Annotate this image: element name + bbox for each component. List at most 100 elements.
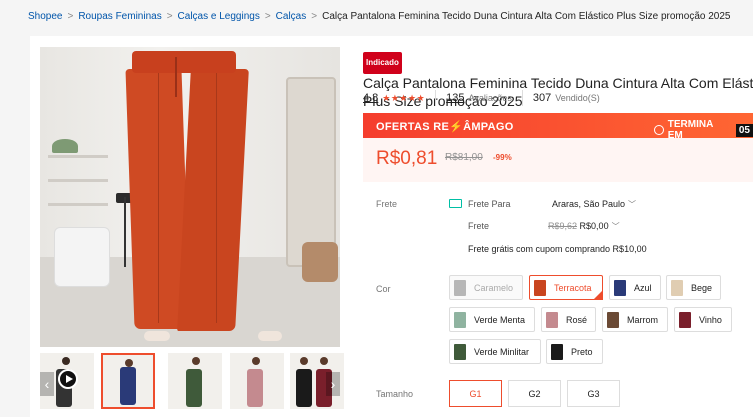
lamp-decoration — [124, 197, 126, 267]
free-shipping-note: Frete grátis com cupom comprando R$10,00 — [468, 244, 647, 254]
color-option-label: Caramelo — [474, 282, 514, 293]
size-option-g2[interactable]: G2 — [508, 380, 561, 407]
color-swatch — [551, 343, 563, 360]
truck-icon — [449, 199, 462, 208]
thumb-figure-head — [192, 357, 200, 365]
color-swatch — [454, 311, 466, 328]
chevron-right-icon: > — [166, 11, 173, 22]
shipping-destination-text: Araras, São Paulo — [552, 199, 626, 209]
divider — [521, 90, 523, 106]
color-option-bege[interactable]: Bege — [666, 275, 721, 300]
thumbnail-strip — [40, 353, 344, 409]
thumb-figure-head — [300, 357, 308, 365]
thumbnail-next-arrow-icon[interactable]: › — [326, 372, 340, 396]
thumb-figure — [296, 369, 312, 407]
thumbnail-prev-arrow-icon[interactable]: ‹ — [40, 372, 54, 396]
divider — [435, 90, 437, 106]
flash-sale-title: OFERTAS RE⚡ÂMPAGO — [376, 120, 514, 133]
shoe-figure — [258, 331, 282, 341]
reviews-label: Avaliações — [468, 93, 512, 103]
color-option-preto[interactable]: Preto — [546, 339, 603, 364]
pants-waistband — [132, 51, 236, 73]
color-swatch — [454, 279, 466, 296]
shipping-cost-original: R$9,62 — [548, 221, 578, 231]
color-option-rose[interactable]: Rosé — [541, 307, 596, 332]
thumbnail-selected[interactable] — [101, 353, 155, 409]
color-swatch — [679, 311, 691, 328]
indicado-badge: Indicado — [363, 52, 402, 74]
lightning-icon: ⚡ — [449, 121, 464, 133]
rating-value[interactable]: 4.8 — [363, 92, 378, 104]
chair-decoration — [54, 227, 110, 287]
price-section: R$0,81 R$81,00 -99% — [363, 138, 753, 182]
shipping-destination[interactable]: Araras, São Paulo ﹀ — [552, 199, 636, 210]
shelf-decoration — [48, 179, 108, 182]
current-price: R$0,81 — [376, 148, 438, 169]
color-swatch — [454, 343, 466, 360]
color-swatch — [671, 279, 683, 296]
color-option-label: Verde Minlitar — [474, 346, 530, 357]
thumb-figure — [120, 367, 136, 405]
pants-seam — [158, 73, 159, 323]
thumb-figure-head — [320, 357, 328, 365]
color-option-terracota[interactable]: Terracota — [529, 275, 603, 300]
shelf-decoration — [48, 203, 108, 206]
chevron-right-icon: > — [311, 11, 318, 22]
size-label: Tamanho — [376, 389, 414, 399]
reviews-count[interactable]: 135 — [446, 92, 464, 104]
pants-seam — [216, 73, 217, 323]
breadcrumb-link-calcas[interactable]: Calças — [276, 11, 307, 22]
pants-drawstring — [175, 57, 177, 97]
breadcrumb-link-shopee[interactable]: Shopee — [28, 11, 62, 22]
chevron-down-icon: ﹀ — [611, 222, 620, 231]
plant-decoration — [52, 139, 78, 153]
thumb-figure — [247, 369, 263, 407]
product-stats: 4.8 ★★★★★ 135 Avaliações 307 Vendido(S) — [363, 90, 600, 106]
color-option-marrom[interactable]: Marrom — [602, 307, 668, 332]
thumb-figure-head — [125, 359, 133, 367]
shoe-figure — [144, 331, 170, 341]
color-option-label: Azul — [634, 282, 652, 293]
color-swatch — [614, 279, 626, 296]
color-option-azul[interactable]: Azul — [609, 275, 661, 300]
chevron-right-icon: > — [264, 11, 271, 22]
color-option-label: Rosé — [566, 314, 588, 325]
rating-stars-icon: ★★★★★ — [382, 92, 426, 103]
countdown-hours: 05 — [735, 123, 753, 137]
color-swatch — [607, 311, 619, 328]
chevron-right-icon: > — [67, 11, 74, 22]
sold-label: Vendido(S) — [555, 93, 600, 103]
play-icon[interactable] — [58, 369, 78, 389]
size-option-g3[interactable]: G3 — [567, 380, 620, 407]
shipping-label: Frete — [376, 199, 398, 209]
mirror-decoration — [286, 77, 336, 267]
breadcrumb-link-calcas-leggings[interactable]: Calças e Leggings — [178, 11, 260, 22]
color-label: Cor — [376, 284, 391, 294]
thumbnail[interactable] — [230, 353, 284, 409]
bag-decoration — [302, 242, 338, 282]
thumbnail[interactable] — [168, 353, 222, 409]
color-option-verde-menta[interactable]: Verde Menta — [449, 307, 535, 332]
product-title-line1: Calça Pantalona Feminina Tecido Duna Cin… — [363, 75, 753, 91]
flash-title-part1: OFERTAS RE — [376, 121, 450, 133]
thumb-figure-head — [252, 357, 260, 365]
color-option-label: Vinho — [699, 314, 722, 325]
thumb-figure — [186, 369, 202, 407]
flash-title-part2: ÂMPAGO — [463, 121, 514, 133]
color-option-label: Marrom — [627, 314, 658, 325]
color-option-label: Bege — [691, 282, 713, 293]
color-swatch — [546, 311, 558, 328]
shipping-to-label: Frete Para — [468, 199, 511, 209]
color-option-caramelo[interactable]: Caramelo — [449, 275, 523, 300]
color-option-verde-minlitar[interactable]: Verde Minlitar — [449, 339, 541, 364]
size-option-g1[interactable]: G1 — [449, 380, 502, 407]
shipping-cost[interactable]: R$9,62 R$0,00 ﹀ — [548, 221, 620, 232]
flash-sale-bar: OFERTAS RE⚡ÂMPAGO TERMINA EM 05 — [363, 113, 753, 141]
breadcrumb-link-roupas-femininas[interactable]: Roupas Femininas — [78, 11, 161, 22]
thumb-figure-head — [62, 357, 70, 365]
color-swatch — [534, 279, 546, 296]
shelf-decoration — [48, 155, 108, 158]
product-main-image[interactable] — [40, 47, 340, 347]
color-option-vinho[interactable]: Vinho — [674, 307, 732, 332]
selected-check-icon — [593, 290, 603, 300]
